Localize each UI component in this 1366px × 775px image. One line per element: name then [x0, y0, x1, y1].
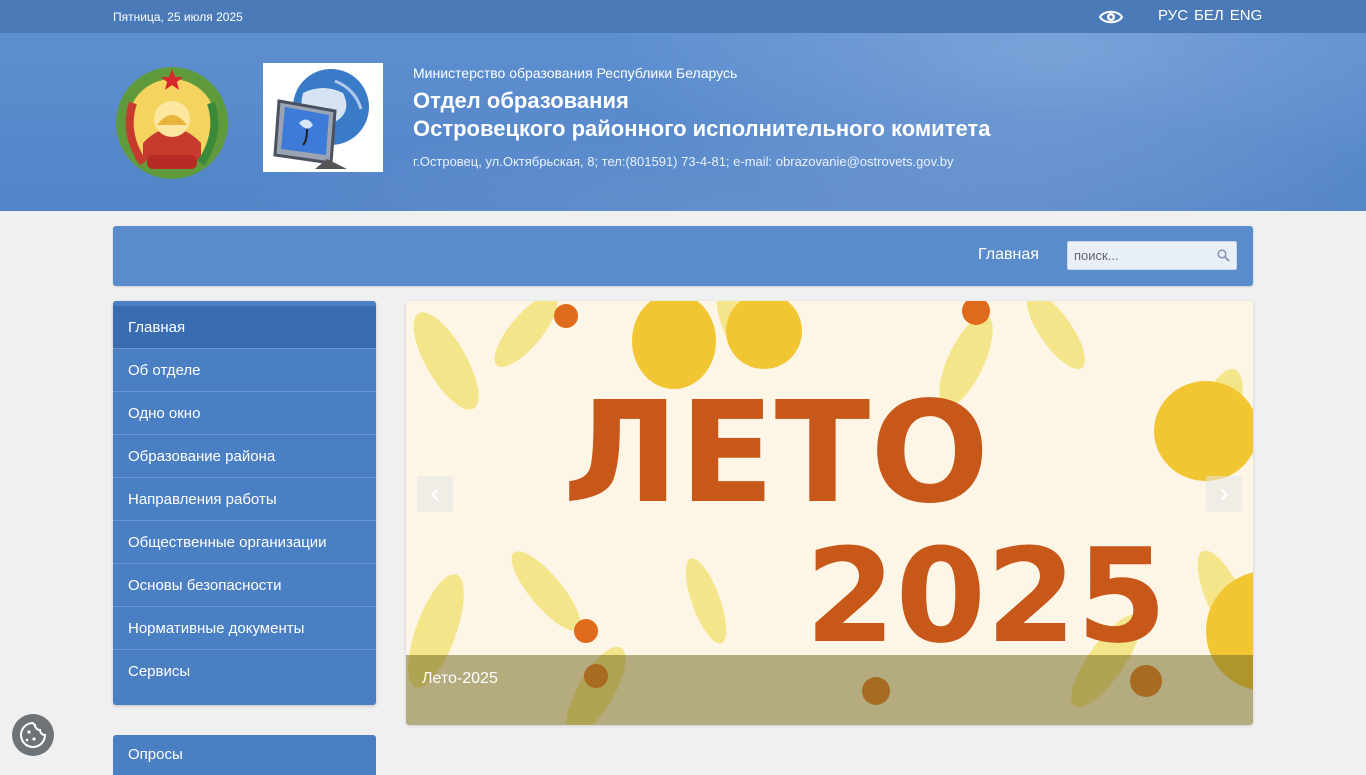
site-title-line2: Островецкого районного исполнительного к… [413, 116, 991, 141]
slider-next-button[interactable]: › [1206, 476, 1242, 512]
site-title-line1: Отдел образования [413, 88, 629, 113]
contact-info: г.Островец, ул.Октябрьская, 8; тел:(8015… [413, 154, 954, 169]
search-box [1067, 241, 1237, 270]
image-slider[interactable]: ЛЕТО 2025 Лето-2025 ‹ › [406, 301, 1253, 725]
ministry-name: Министерство образования Республики Бела… [413, 65, 738, 81]
nav-home-link[interactable]: Главная [978, 246, 1039, 264]
polls-title: Опросы [128, 746, 183, 763]
sidebar-item-one-window[interactable]: Одно окно [113, 392, 376, 435]
sidebar-item-public-organizations[interactable]: Общественные организации [113, 521, 376, 564]
department-logo[interactable] [263, 63, 383, 172]
slide-caption-bar [406, 655, 1253, 725]
main-nav: Главная [113, 226, 1253, 286]
lang-be[interactable]: БЕЛ [1194, 7, 1224, 24]
sidebar-item-about[interactable]: Об отделе [113, 349, 376, 392]
slider-prev-button[interactable]: ‹ [417, 476, 453, 512]
slide-caption[interactable]: Лето-2025 [422, 670, 498, 688]
banner-year: 2025 [805, 520, 1167, 672]
sidebar-item-district-education[interactable]: Образование района [113, 435, 376, 478]
sidebar-menu: Главная Об отделе Одно окно Образование … [113, 301, 376, 705]
top-bar: Пятница, 25 июля 2025 РУС БЕЛ ENG [0, 0, 1366, 33]
language-switcher: РУС БЕЛ ENG [1158, 7, 1262, 24]
globe-computer-icon [273, 69, 369, 169]
site-header: Министерство образования Республики Бела… [0, 33, 1366, 211]
current-date: Пятница, 25 июля 2025 [113, 10, 243, 24]
cookie-settings-button[interactable] [12, 714, 54, 756]
eye-icon[interactable] [1099, 9, 1123, 25]
sidebar-item-work-directions[interactable]: Направления работы [113, 478, 376, 521]
sidebar-item-safety[interactable]: Основы безопасности [113, 564, 376, 607]
lang-ru[interactable]: РУС [1158, 7, 1188, 24]
sidebar-item-services[interactable]: Сервисы [113, 650, 376, 693]
search-input[interactable] [1068, 242, 1214, 269]
cookie-icon [20, 721, 47, 748]
sidebar-item-home[interactable]: Главная [113, 306, 376, 349]
banner-word: ЛЕТО [563, 372, 989, 535]
sidebar-item-regulations[interactable]: Нормативные документы [113, 607, 376, 650]
site-title[interactable]: Отдел образования Островецкого районного… [413, 87, 990, 143]
emblem-icon[interactable] [113, 63, 231, 181]
search-icon[interactable] [1217, 249, 1230, 262]
lang-en[interactable]: ENG [1230, 7, 1263, 24]
polls-block[interactable]: Опросы [113, 735, 376, 775]
